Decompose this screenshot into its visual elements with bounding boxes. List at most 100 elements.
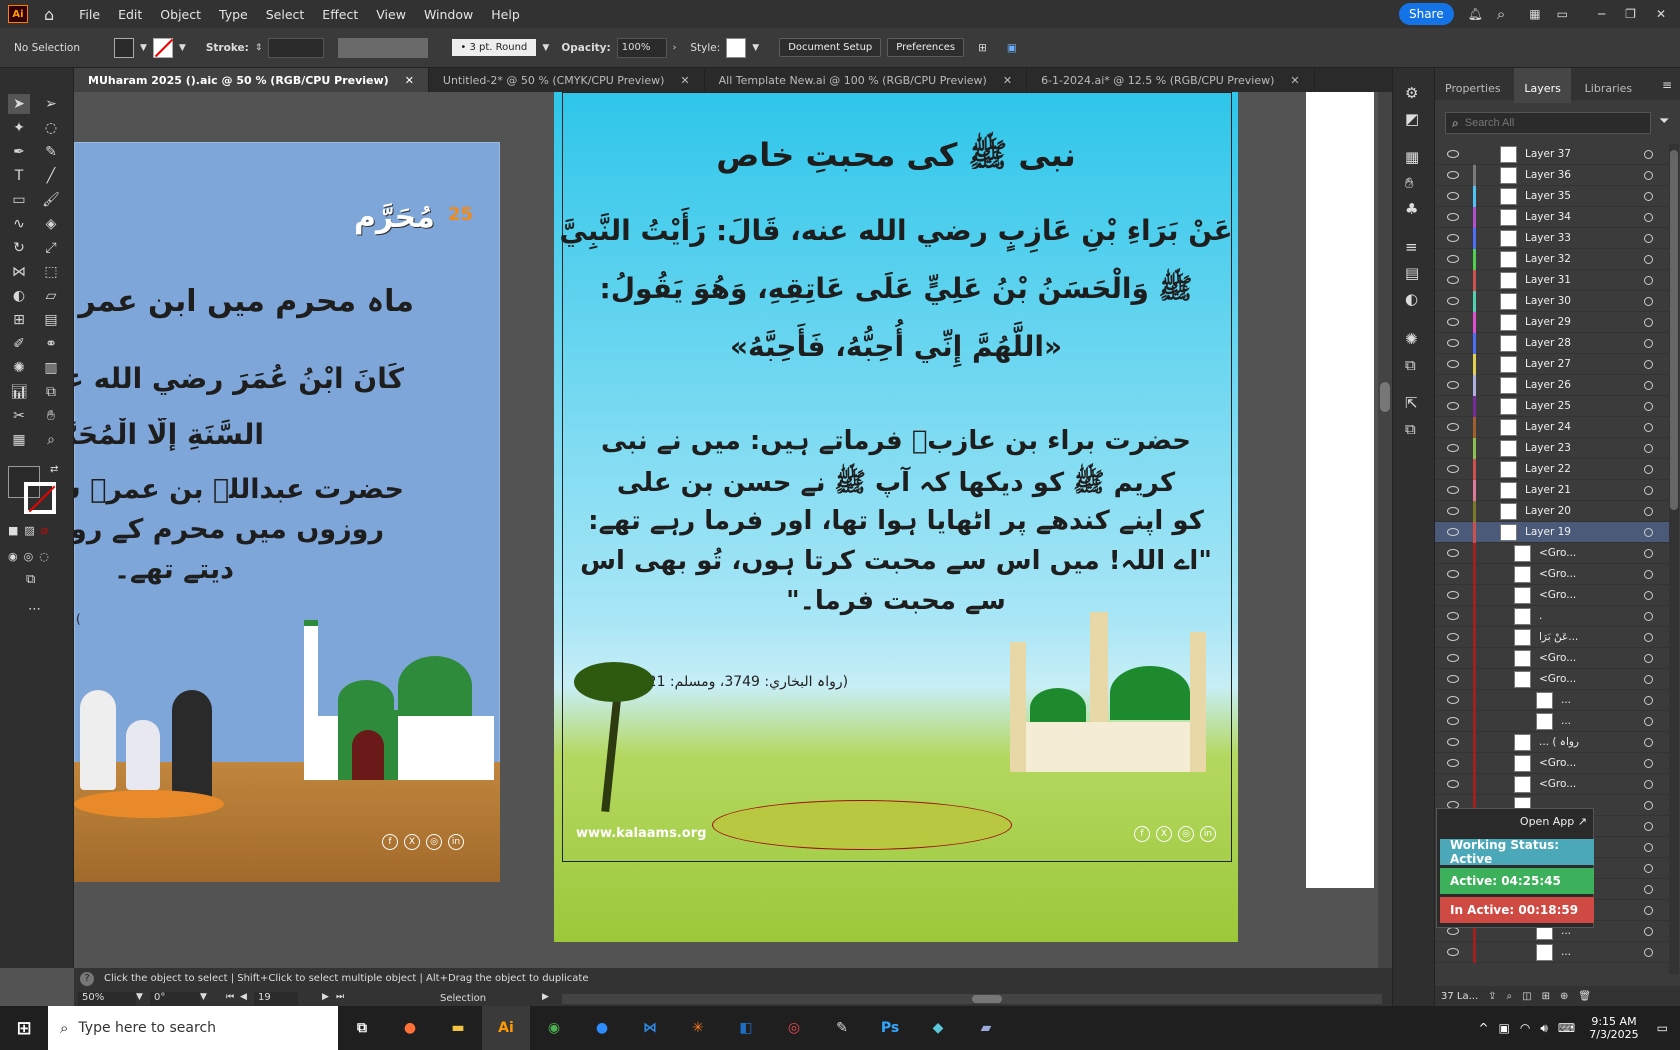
new-sublayer-icon[interactable]: ⊞ (1542, 991, 1550, 1002)
visibility-eye-icon[interactable] (1447, 150, 1459, 158)
status-menu-icon[interactable]: ▶ (542, 992, 549, 1002)
tab-layers[interactable]: Layers (1514, 68, 1571, 103)
stroke-swatch[interactable] (152, 37, 174, 58)
target-circle-icon[interactable] (1644, 254, 1653, 264)
align-icon[interactable]: ⊞ (978, 42, 987, 54)
artboard-muharram-left[interactable]: مُحَرَّم 25 ماہ محرم میں ابن عمر كَانَ ا… (74, 142, 500, 882)
paintbrush-icon[interactable]: 🖌︎ (40, 190, 62, 210)
layer-row[interactable]: Layer 20 (1435, 500, 1669, 522)
target-circle-icon[interactable] (1644, 233, 1653, 243)
chrome-icon[interactable]: ◉ (530, 1006, 578, 1050)
tab-libraries[interactable]: Libraries (1575, 68, 1643, 103)
target-circle-icon[interactable] (1644, 842, 1653, 852)
export-icon[interactable]: ⇱ (1405, 394, 1418, 412)
sublayer-row[interactable]: ... (1435, 941, 1669, 963)
horizontal-scrollbar[interactable] (562, 994, 1382, 1004)
target-circle-icon[interactable] (1644, 821, 1653, 831)
shape-builder-icon[interactable]: ◐ (8, 286, 30, 306)
visibility-eye-icon[interactable] (1447, 759, 1459, 767)
visibility-eye-icon[interactable] (1447, 612, 1459, 620)
last-artboard-icon[interactable]: ⏭ (336, 992, 344, 1002)
home-icon[interactable]: ⌂ (44, 5, 54, 24)
slice-icon[interactable]: ✂ (8, 406, 30, 426)
layer-row[interactable]: Layer 25 (1435, 395, 1669, 417)
visibility-eye-icon[interactable] (1447, 948, 1459, 956)
screen-mode-icon[interactable]: ⧉ (26, 572, 35, 587)
target-circle-icon[interactable] (1644, 632, 1653, 642)
layer-row[interactable]: Layer 30 (1435, 290, 1669, 312)
visibility-eye-icon[interactable] (1447, 360, 1459, 368)
chevron-down-icon[interactable]: ▼ (179, 43, 186, 53)
recolor-icon[interactable]: ▣ (1007, 42, 1017, 54)
rotation-field[interactable]: 0° (150, 992, 200, 1006)
target-circle-icon[interactable] (1644, 779, 1653, 789)
visibility-eye-icon[interactable] (1447, 192, 1459, 200)
illustrator-icon[interactable]: Ai (482, 1006, 530, 1050)
notes-app-icon[interactable]: ▰ (962, 1006, 1010, 1050)
visibility-eye-icon[interactable] (1447, 633, 1459, 641)
perspective-icon[interactable]: ▱ (40, 286, 62, 306)
start-icon[interactable]: ⊞ (0, 1006, 48, 1050)
sublayer-row[interactable]: <Gro... (1435, 563, 1669, 585)
menu-file[interactable]: File (70, 7, 109, 22)
image-trace-icon[interactable]: ◩ (1405, 110, 1419, 128)
target-circle-icon[interactable] (1644, 401, 1653, 411)
tab-untitled-2[interactable]: Untitled-2* @ 50 % (CMYK/CPU Preview) ✕ (429, 68, 705, 92)
layer-row[interactable]: Layer 29 (1435, 311, 1669, 333)
appearance-icon[interactable]: ✺ (1405, 330, 1418, 348)
visibility-eye-icon[interactable] (1447, 570, 1459, 578)
menu-window[interactable]: Window (415, 7, 482, 22)
target-circle-icon[interactable] (1644, 569, 1653, 579)
target-circle-icon[interactable] (1644, 170, 1653, 180)
target-circle-icon[interactable] (1644, 653, 1653, 663)
target-circle-icon[interactable] (1644, 296, 1653, 306)
layer-row[interactable]: Layer 19 (1435, 521, 1669, 543)
eraser-icon[interactable]: ◈ (40, 214, 62, 234)
layer-row[interactable]: Layer 22 (1435, 458, 1669, 480)
menu-type[interactable]: Type (210, 7, 257, 22)
menu-select[interactable]: Select (257, 7, 314, 22)
layer-row[interactable]: Layer 32 (1435, 248, 1669, 270)
zoom-icon[interactable]: ⌕ (40, 430, 62, 450)
network-icon[interactable]: ▣ (1499, 1021, 1510, 1035)
target-circle-icon[interactable] (1644, 695, 1653, 705)
vertical-scrollbar[interactable] (1378, 92, 1392, 968)
visibility-eye-icon[interactable] (1447, 297, 1459, 305)
artboard-icon[interactable]: ⧉ (40, 382, 62, 402)
properties-dock-icon[interactable]: ⚙ (1405, 84, 1418, 102)
share-button[interactable]: Share (1398, 3, 1454, 25)
magic-wand-icon[interactable]: ✦ (8, 118, 30, 138)
target-circle-icon[interactable] (1644, 758, 1653, 768)
visibility-eye-icon[interactable] (1447, 486, 1459, 494)
menu-view[interactable]: View (367, 7, 415, 22)
artboards-icon[interactable]: ⧉ (1405, 420, 1416, 438)
graphic-styles-icon[interactable]: ⧉ (1405, 356, 1416, 374)
menu-edit[interactable]: Edit (109, 7, 151, 22)
sublayer-row[interactable]: عَنْ بَرَا... (1435, 626, 1669, 648)
brushes-icon[interactable]: ✋︎ (1405, 174, 1414, 192)
pen-icon[interactable]: ✒ (8, 142, 30, 162)
color-mode-icons[interactable]: ■ ▨ ⧄ (8, 524, 48, 538)
fill-swatch[interactable] (114, 37, 134, 58)
target-circle-icon[interactable] (1644, 905, 1653, 915)
close-icon[interactable]: ✕ (1656, 7, 1666, 21)
target-circle-icon[interactable] (1644, 464, 1653, 474)
visibility-eye-icon[interactable] (1447, 318, 1459, 326)
sublayer-row[interactable]: <Gro... (1435, 773, 1669, 795)
visibility-eye-icon[interactable] (1447, 591, 1459, 599)
panel-menu-icon[interactable]: ≡ (1662, 78, 1672, 92)
visibility-eye-icon[interactable] (1447, 234, 1459, 242)
tray-chevron-icon[interactable]: ^ (1478, 1021, 1488, 1035)
rectangle-icon[interactable]: ▭ (8, 190, 30, 210)
layer-row[interactable]: Layer 27 (1435, 353, 1669, 375)
bell-icon[interactable]: 🔔︎ (1468, 7, 1483, 21)
sublayer-row[interactable]: <Gro... (1435, 647, 1669, 669)
visibility-eye-icon[interactable] (1447, 717, 1459, 725)
chevron-down-icon[interactable]: ▼ (200, 992, 207, 1002)
arrange-icon[interactable]: ▭ (1557, 7, 1568, 21)
visibility-eye-icon[interactable] (1447, 255, 1459, 263)
menu-help[interactable]: Help (482, 7, 529, 22)
canvas[interactable]: مُحَرَّم 25 ماہ محرم میں ابن عمر كَانَ ا… (74, 92, 1392, 968)
target-circle-icon[interactable] (1644, 212, 1653, 222)
search-input[interactable] (1464, 117, 1625, 129)
